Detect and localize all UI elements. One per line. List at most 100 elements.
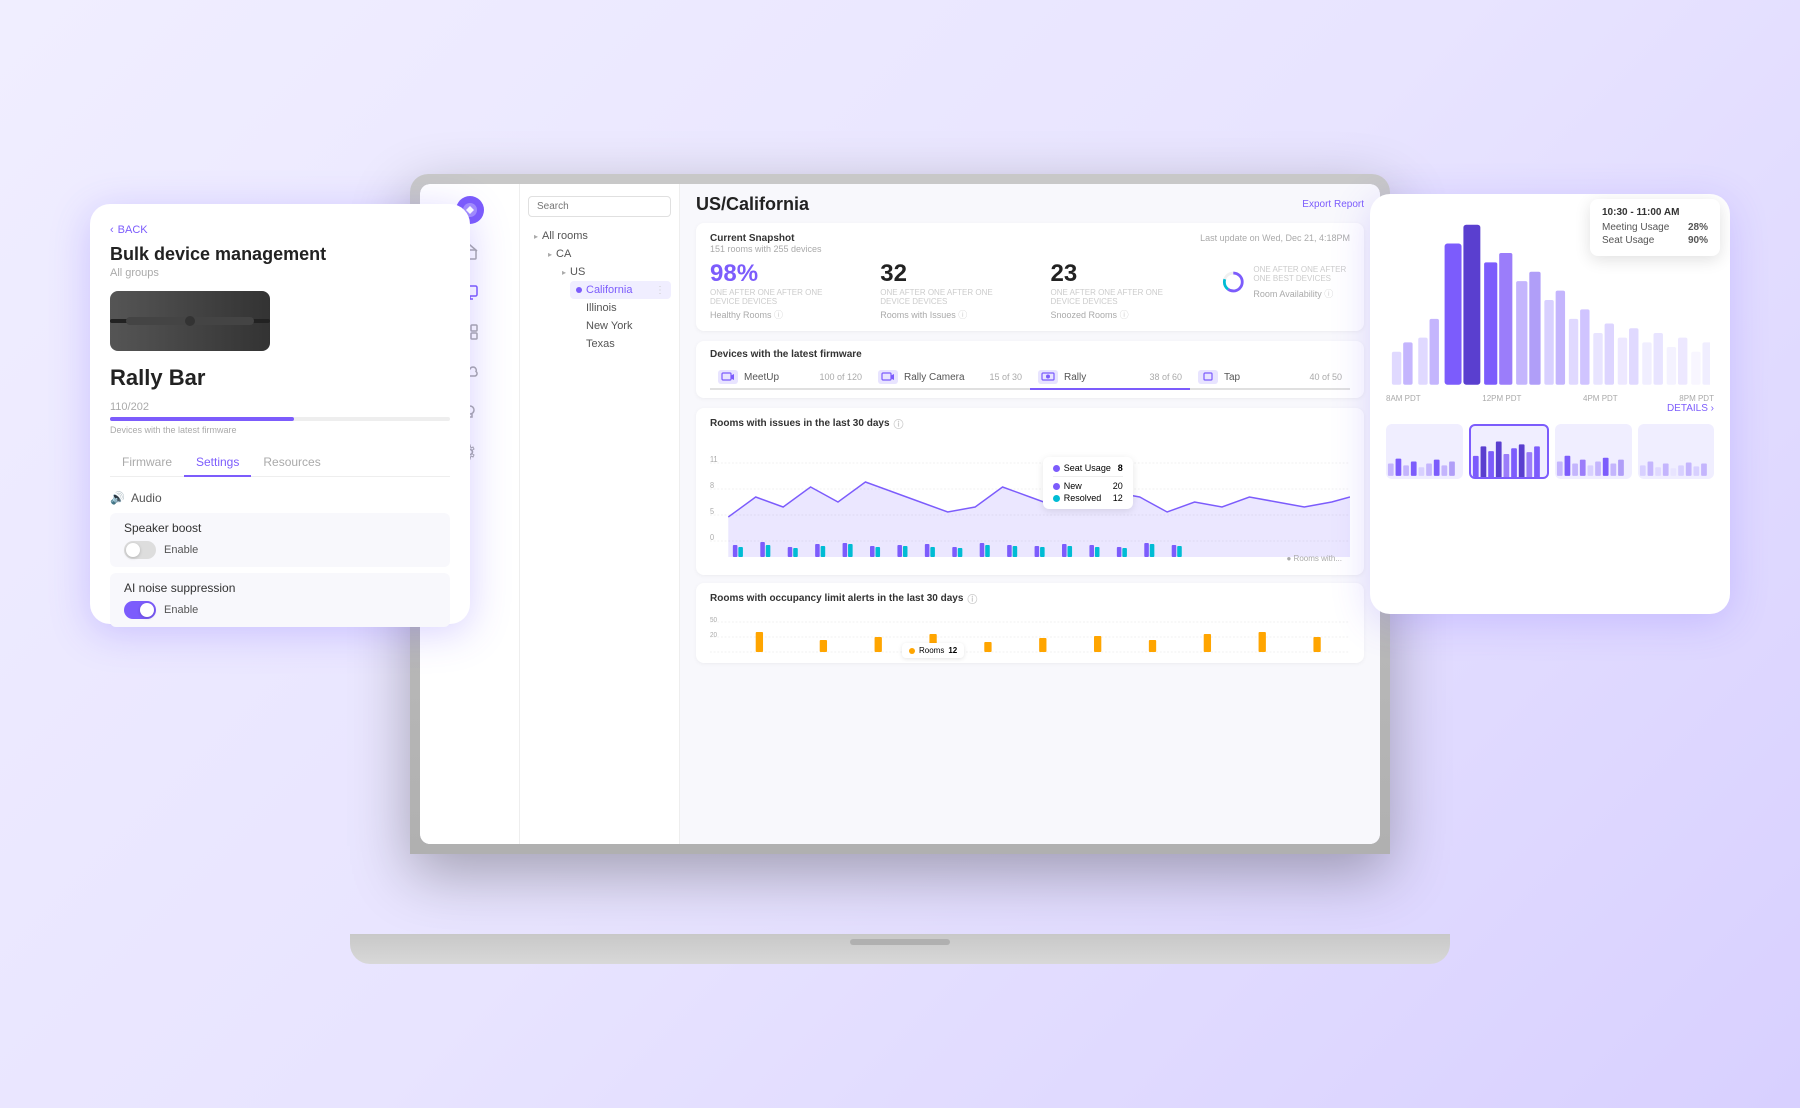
snapshot-info: Current Snapshot 151 rooms with 255 devi… (710, 233, 822, 254)
occupancy-chart-svg: 50 20 (710, 612, 1350, 662)
device-total: /202 (128, 401, 149, 413)
thumbnail-3[interactable] (1555, 424, 1632, 479)
firmware-rally-camera[interactable]: Rally Camera 15 of 30 (870, 366, 1030, 390)
nav-label: All rooms (542, 230, 588, 242)
tab-resources[interactable]: Resources (251, 449, 332, 477)
issues-chart-area: 11 8 5 0 (710, 437, 1350, 567)
nav-more-icon[interactable]: ⋮ (655, 285, 665, 296)
info-icon: ⓘ (958, 310, 967, 320)
speaker-boost-name: Speaker boost (124, 521, 436, 535)
donut-chart (1221, 260, 1246, 304)
time-4pm: 4PM PDT (1583, 394, 1618, 403)
nav-us[interactable]: ▸ US (556, 263, 671, 281)
thumbnail-2[interactable] (1469, 424, 1550, 479)
tooltip-box: 10:30 - 11:00 AM Meeting Usage 28% Seat … (1590, 199, 1720, 256)
nav-illinois[interactable]: Illinois (570, 299, 671, 317)
firmware-rally[interactable]: Rally 38 of 60 (1030, 366, 1190, 390)
toggle-knob (126, 543, 140, 557)
info-icon: ⓘ (774, 310, 783, 320)
firmware-meetup[interactable]: MeetUp 100 of 120 (710, 366, 870, 390)
tap-label: Tap (1224, 372, 1240, 383)
svg-text:5: 5 (710, 507, 714, 516)
device-count-value: 110 (110, 401, 128, 413)
time-8pm: 8PM PDT (1679, 394, 1714, 403)
nav-all-rooms[interactable]: ▸ All rooms (528, 227, 671, 245)
search-input[interactable] (528, 196, 671, 217)
metric-healthy-rooms: 98% ONE AFTER ONE AFTER ONE DEVICE DEVIC… (710, 260, 839, 321)
back-button[interactable]: ‹ BACK (110, 224, 450, 236)
ai-noise-toggle-row: Enable (124, 601, 436, 619)
thumbnail-4[interactable] (1638, 424, 1715, 479)
healthy-rooms-sublabel: ONE AFTER ONE AFTER ONE DEVICE DEVICES (710, 288, 839, 306)
firmware-section: Devices with the latest firmware MeetUp … (696, 341, 1364, 398)
speaker-boost-toggle[interactable] (124, 541, 156, 559)
nav-sub-states: California ⋮ Illinois (556, 281, 671, 353)
time-8am: 8AM PDT (1386, 394, 1421, 403)
progress-label: Devices with the latest firmware (110, 425, 450, 435)
laptop-base (350, 934, 1450, 964)
back-arrow-icon: ‹ (110, 224, 114, 236)
rally-camera-icon (878, 370, 898, 384)
time-labels: 8AM PDT 12PM PDT 4PM PDT 8PM PDT (1386, 394, 1714, 403)
availability-info: ONE AFTER ONE AFTER ONE BEST DEVICES Roo… (1253, 265, 1350, 300)
occupancy-chart-area: 50 20 (710, 612, 1350, 662)
active-dot (576, 287, 582, 293)
seat-usage-panel: 10:30 - 11:00 AM Meeting Usage 28% Seat … (1370, 194, 1730, 614)
rally-camera-count: 15 of 30 (989, 372, 1022, 382)
progress-fill (110, 417, 294, 421)
metric-room-availability: ONE AFTER ONE AFTER ONE BEST DEVICES Roo… (1221, 260, 1350, 304)
export-button[interactable]: Export Report (1302, 199, 1364, 210)
speaker-boost-setting: Speaker boost Enable (110, 513, 450, 567)
rally-camera-label: Rally Camera (904, 372, 965, 383)
nav-new-york[interactable]: New York (570, 317, 671, 335)
details-link[interactable]: DETAILS › (1386, 403, 1714, 414)
rooms-issues-value: 32 (880, 260, 1009, 288)
thumbnail-1[interactable] (1386, 424, 1463, 479)
new-dot (1053, 483, 1060, 490)
rooms-with-label: ● Rooms with... (1286, 554, 1342, 563)
ai-noise-toggle-label: Enable (164, 604, 198, 616)
meetup-label: MeetUp (744, 372, 779, 383)
rooms-issues-label: Rooms with Issues ⓘ (880, 308, 1009, 321)
legend-seat-usage: Seat Usage 8 (1053, 463, 1123, 473)
back-label: BACK (118, 224, 148, 236)
screen-bezel: ▸ All rooms ▸ CA ▸ US (420, 184, 1380, 844)
bulk-panel-title: Bulk device management (110, 244, 450, 265)
svg-text:8: 8 (710, 481, 714, 490)
tooltip-time: 10:30 - 11:00 AM (1602, 207, 1708, 218)
issues-chart-svg: 11 8 5 0 (710, 437, 1350, 567)
laptop-frame: ▸ All rooms ▸ CA ▸ US (410, 174, 1390, 854)
bulk-tabs: Firmware Settings Resources (110, 449, 450, 477)
svg-text:20: 20 (710, 632, 717, 639)
firmware-tap[interactable]: Tap 40 of 50 (1190, 366, 1350, 390)
toggle-knob (140, 603, 154, 617)
rally-count: 38 of 60 (1149, 372, 1182, 382)
ai-noise-toggle[interactable] (124, 601, 156, 619)
time-12pm: 12PM PDT (1482, 394, 1521, 403)
snapshot-header: Current Snapshot 151 rooms with 255 devi… (710, 233, 1350, 254)
speaker-boost-toggle-label: Enable (164, 544, 198, 556)
rooms-issues-sublabel: ONE AFTER ONE AFTER ONE DEVICE DEVICES (880, 288, 1009, 306)
bulk-panel: ‹ BACK Bulk device management All groups… (90, 204, 470, 624)
info-icon: ⓘ (1120, 310, 1129, 320)
metric-rooms-issues: 32 ONE AFTER ONE AFTER ONE DEVICE DEVICE… (880, 260, 1009, 321)
meeting-usage-value: 28% (1688, 222, 1708, 233)
svg-text:50: 50 (710, 617, 717, 624)
nav-ca[interactable]: ▸ CA (542, 245, 671, 263)
tap-count: 40 of 50 (1309, 372, 1342, 382)
occupancy-chart-section: Rooms with occupancy limit alerts in the… (696, 583, 1364, 663)
nav-sub-ca: ▸ CA ▸ US (528, 245, 671, 353)
info-icon: ⓘ (1324, 289, 1333, 299)
nav-california[interactable]: California ⋮ (570, 281, 671, 299)
info-icon: ⓘ (894, 416, 904, 431)
rally-label: Rally (1064, 372, 1086, 383)
nav-texas[interactable]: Texas (570, 335, 671, 353)
tab-settings[interactable]: Settings (184, 449, 251, 477)
chart-legend: Seat Usage 8 New 20 (1043, 457, 1133, 509)
tab-firmware[interactable]: Firmware (110, 449, 184, 477)
speaker-boost-toggle-row: Enable (124, 541, 436, 559)
firmware-title: Devices with the latest firmware (710, 349, 1350, 360)
info-icon: ⓘ (967, 591, 977, 606)
meetup-icon (718, 370, 738, 384)
svg-text:0: 0 (710, 533, 714, 542)
